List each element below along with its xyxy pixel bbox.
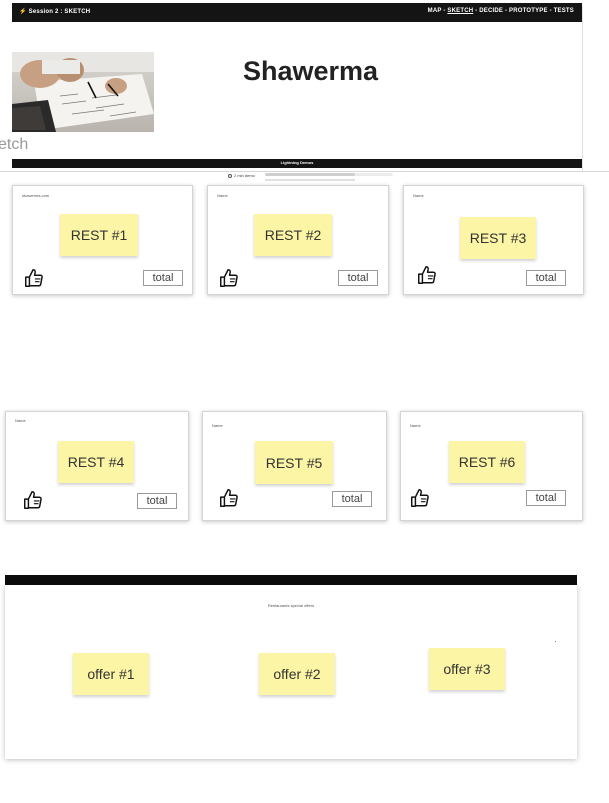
scrollbar-thumb[interactable]	[265, 173, 355, 176]
board-edge-line	[582, 6, 583, 171]
total-field[interactable]: total	[143, 270, 183, 286]
step-map[interactable]: MAP	[428, 8, 442, 14]
stray-dot	[555, 641, 556, 642]
rest-card-name: shawerma.com	[22, 193, 50, 198]
sticky-offer-1[interactable]: offer #1	[73, 653, 149, 695]
rest-card-name: Name	[410, 423, 421, 428]
session-header-bar: ⚡ Session 2 : SKETCH MAP - SKETCH - DECID…	[12, 3, 582, 22]
sketching-photo	[12, 52, 154, 132]
total-field[interactable]: total	[338, 270, 378, 286]
step-sketch[interactable]: SKETCH	[447, 8, 473, 14]
sticky-offer-3[interactable]: offer #3	[429, 648, 505, 690]
offers-section-bar	[5, 575, 577, 585]
cut-off-side-text: etch	[0, 136, 29, 153]
sticky-rest-6[interactable]: REST #6	[449, 441, 525, 483]
rest-card-6[interactable]: Name REST #6 total	[400, 411, 583, 521]
session-label: ⚡ Session 2 : SKETCH	[19, 9, 91, 15]
lightning-demos-label: Lightning Demos	[280, 160, 314, 165]
sprint-steps-nav: MAP - SKETCH - DECIDE - PROTOTYPE - TEST…	[427, 8, 574, 14]
sticky-rest-4[interactable]: REST #4	[58, 441, 134, 483]
rest-card-name: Name	[212, 423, 223, 428]
section-divider	[0, 171, 609, 172]
timer-icon	[228, 173, 232, 178]
rest-card-name: Name	[413, 193, 424, 198]
thumbs-up-icon[interactable]	[22, 489, 44, 511]
sticky-rest-2[interactable]: REST #2	[254, 214, 332, 256]
rest-card-5[interactable]: Name REST #5 total	[202, 411, 387, 521]
total-field[interactable]: total	[526, 270, 566, 286]
thumbs-up-icon[interactable]	[23, 267, 45, 289]
thumbs-up-icon[interactable]	[416, 264, 438, 286]
lightning-demos-bar: Lightning Demos	[12, 159, 582, 168]
rest-card-3[interactable]: Name REST #3 total	[403, 185, 584, 295]
timer-label: 2 min demo	[228, 173, 255, 178]
sticky-offer-2[interactable]: offer #2	[259, 653, 335, 695]
horizontal-scrollbar[interactable]	[265, 173, 393, 176]
offers-caption: Restaurants special offers	[267, 603, 315, 608]
lightning-bolt-icon: ⚡	[19, 9, 27, 15]
total-field[interactable]: total	[137, 493, 177, 509]
step-prototype[interactable]: PROTOTYPE	[509, 8, 548, 14]
rest-card-4[interactable]: Name REST #4 total	[5, 411, 189, 521]
rest-card-2[interactable]: Name REST #2 total	[207, 185, 389, 295]
sticky-rest-5[interactable]: REST #5	[255, 441, 333, 484]
sticky-rest-1[interactable]: REST #1	[60, 214, 138, 256]
step-tests[interactable]: TESTS	[554, 8, 574, 14]
rest-card-1[interactable]: shawerma.com REST #1 total	[12, 185, 193, 295]
scroll-indicator-line	[265, 179, 355, 181]
board-title: Shawerma	[243, 56, 379, 86]
thumbs-up-icon[interactable]	[218, 487, 240, 509]
step-decide[interactable]: DECIDE	[479, 8, 503, 14]
rest-card-name: Name	[217, 193, 228, 198]
sticky-rest-3[interactable]: REST #3	[460, 217, 536, 259]
offers-panel: Restaurants special offers offer #1 offe…	[5, 585, 577, 759]
thumbs-up-icon[interactable]	[218, 267, 240, 289]
rest-card-name: Name	[15, 418, 26, 423]
thumbs-up-icon[interactable]	[409, 487, 431, 509]
total-field[interactable]: total	[526, 490, 566, 506]
total-field[interactable]: total	[332, 491, 372, 507]
